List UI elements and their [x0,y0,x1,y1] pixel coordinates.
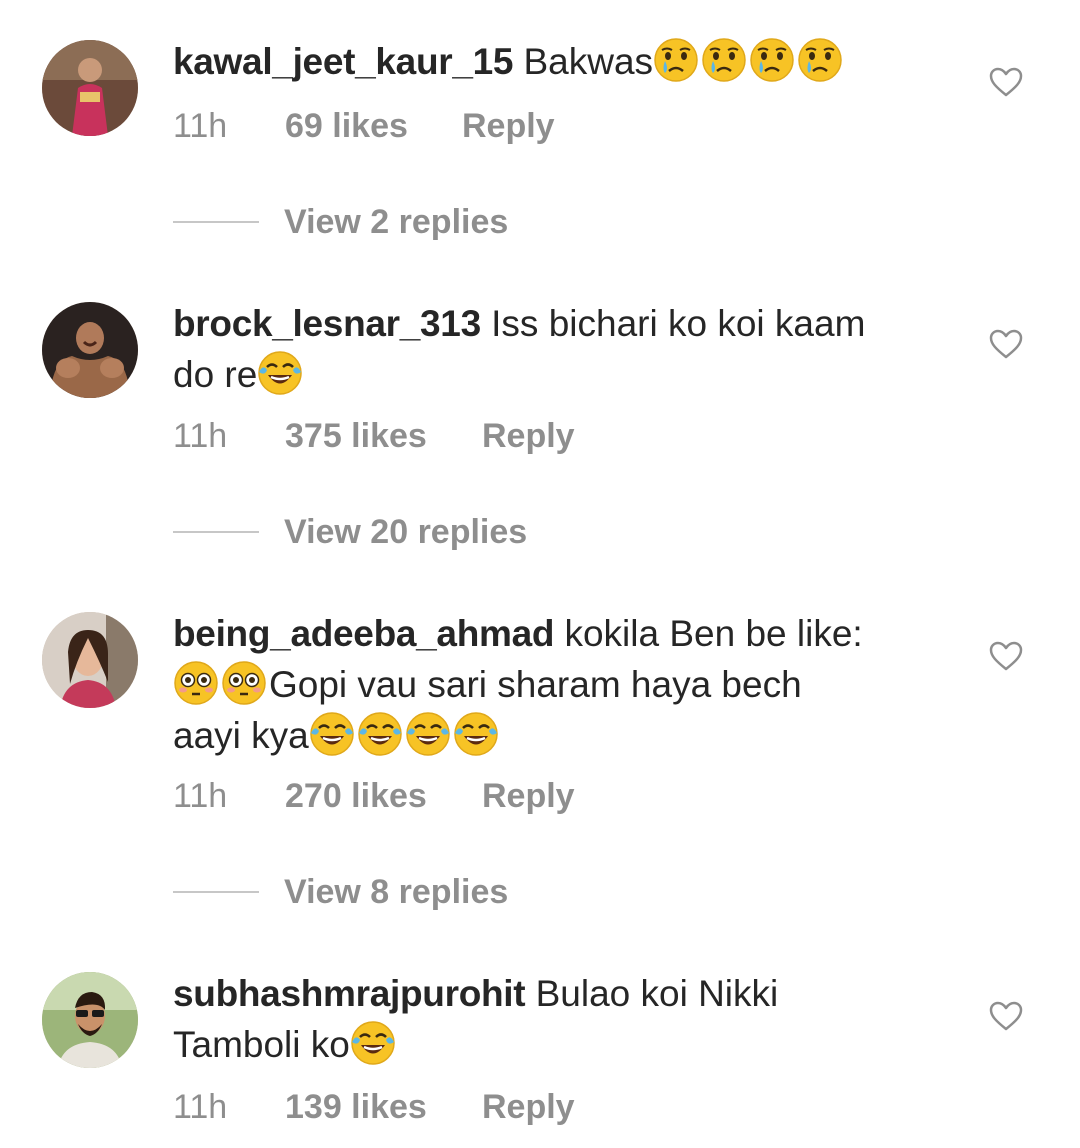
comment-text: subhashmrajpurohit Bulao koi Nikki Tambo… [173,968,963,1070]
comment-username[interactable]: subhashmrajpurohit [173,973,526,1014]
comment-time: 11h [173,1088,228,1126]
heart-outline-icon[interactable] [988,1000,1024,1032]
comment-body: Tamboli ko [173,1024,350,1065]
face-with-tears-of-joy-icon [350,1020,396,1066]
comment-item: subhashmrajpurohit Bulao koi Nikki Tambo… [0,0,1080,1148]
reply-button[interactable]: Reply [482,1085,575,1129]
user-avatar[interactable] [42,972,138,1068]
likes-count[interactable]: 139 likes [285,1085,427,1129]
comment-body: Bulao koi Nikki [535,973,779,1014]
